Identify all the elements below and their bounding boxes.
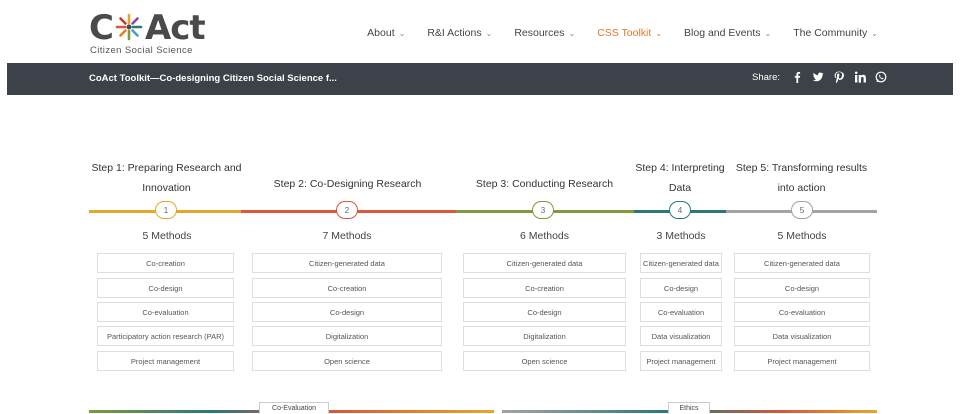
logo-star-icon xyxy=(115,13,143,41)
linkedin-icon[interactable] xyxy=(854,71,866,83)
step-5-method-item[interactable]: Co-design xyxy=(734,278,870,298)
whatsapp-icon[interactable] xyxy=(875,71,887,83)
coact-logo[interactable]: C Act Citizen Social Science xyxy=(89,8,219,58)
pinterest-icon[interactable] xyxy=(833,71,845,83)
step-1-title[interactable]: Step 1: Preparing Research and Innovatio… xyxy=(89,158,244,198)
nav-item-ri-actions[interactable]: R&I Actions ⌄ xyxy=(427,27,492,39)
nav-label: Blog and Events xyxy=(684,27,761,39)
step-2-method-item[interactable]: Co-creation xyxy=(252,278,442,298)
nav-item-resources[interactable]: Resources ⌄ xyxy=(514,27,575,39)
step-1-badge[interactable]: 1 xyxy=(155,201,177,219)
step-5-method-item[interactable]: Citizen-generated data xyxy=(734,253,870,273)
step-3-method-item[interactable]: Co-design xyxy=(463,302,626,322)
step-2-badge[interactable]: 2 xyxy=(336,201,358,219)
main-nav: About ⌄ R&I Actions ⌄ Resources ⌄ CSS Toolk… xyxy=(367,27,878,39)
nav-item-community[interactable]: The Community ⌄ xyxy=(793,27,878,39)
step-4-method-count: 3 Methods xyxy=(656,230,706,242)
step-5-badge[interactable]: 5 xyxy=(791,201,813,219)
step-1-method-item[interactable]: Co-creation xyxy=(97,253,234,273)
chevron-down-icon: ⌄ xyxy=(871,28,878,38)
step-1-method-item[interactable]: Participatory action research (PAR) xyxy=(97,326,234,346)
step-5-title[interactable]: Step 5: Transforming results into action xyxy=(730,158,873,198)
step-4-method-item[interactable]: Citizen-generated data xyxy=(640,253,722,273)
nav-item-blog-events[interactable]: Blog and Events ⌄ xyxy=(684,27,771,39)
facebook-icon[interactable] xyxy=(791,71,803,83)
share-label: Share: xyxy=(752,71,780,83)
step-4-title[interactable]: Step 4: Interpreting Data xyxy=(634,158,726,198)
step-3-title[interactable]: Step 3: Conducting Research xyxy=(462,174,627,194)
page-title: CoAct Toolkit—Co-designing Citizen Socia… xyxy=(89,73,337,84)
step-2-title[interactable]: Step 2: Co-Designing Research xyxy=(255,174,440,194)
logo-subtitle: Citizen Social Science xyxy=(90,45,193,56)
step-3-method-item[interactable]: Digitalization xyxy=(463,326,626,346)
chevron-down-icon: ⌄ xyxy=(764,28,772,38)
nav-label: About xyxy=(367,27,395,39)
step-2-method-item[interactable]: Co-design xyxy=(252,302,442,322)
nav-item-css-toolkit[interactable]: CSS Toolkit ⌄ xyxy=(597,27,662,39)
step-4-method-item[interactable]: Project management xyxy=(640,351,722,371)
nav-label: R&I Actions xyxy=(427,27,482,39)
step-3-method-item[interactable]: Co-creation xyxy=(463,278,626,298)
step-3-method-item[interactable]: Citizen-generated data xyxy=(463,253,626,273)
step-5-method-item[interactable]: Data visualization xyxy=(734,326,870,346)
chevron-down-icon: ⌄ xyxy=(655,28,663,38)
step-5-method-item[interactable]: Co-evaluation xyxy=(734,302,870,322)
step-4-method-item[interactable]: Data visualization xyxy=(640,326,722,346)
chevron-down-icon: ⌄ xyxy=(568,28,576,38)
twitter-icon[interactable] xyxy=(812,71,824,83)
step-2-method-count: 7 Methods xyxy=(322,230,372,242)
logo-letter-c: C xyxy=(89,8,114,48)
page-title-bar: CoAct Toolkit—Co-designing Citizen Socia… xyxy=(7,63,953,95)
nav-label: Resources xyxy=(514,27,565,39)
step-1-method-item[interactable]: Project management xyxy=(97,351,234,371)
bottom-tag-ethics[interactable]: Ethics xyxy=(668,402,710,414)
step-4-badge[interactable]: 4 xyxy=(669,201,691,219)
step-5-method-count: 5 Methods xyxy=(777,230,827,242)
step-1-method-count: 5 Methods xyxy=(142,230,192,242)
logo-wordmark: C Act xyxy=(89,8,206,48)
chevron-down-icon: ⌄ xyxy=(398,28,406,38)
nav-label: The Community xyxy=(793,27,868,39)
step-4-method-item[interactable]: Co-design xyxy=(640,278,722,298)
step-4-method-item[interactable]: Co-evaluation xyxy=(640,302,722,322)
step-1-method-item[interactable]: Co-evaluation xyxy=(97,302,234,322)
step-5-method-item[interactable]: Project management xyxy=(734,351,870,371)
step-3-badge[interactable]: 3 xyxy=(532,201,554,219)
step-2-method-item[interactable]: Digitalization xyxy=(252,326,442,346)
bottom-tag-co-evaluation[interactable]: Co-Evaluation xyxy=(259,402,329,414)
logo-letters-act: Act xyxy=(144,8,206,48)
step-1-method-item[interactable]: Co-design xyxy=(97,278,234,298)
step-2-method-item[interactable]: Citizen-generated data xyxy=(252,253,442,273)
step-3-method-count: 6 Methods xyxy=(519,230,570,242)
step-2-method-item[interactable]: Open science xyxy=(252,351,442,371)
chevron-down-icon: ⌄ xyxy=(485,28,493,38)
nav-label: CSS Toolkit xyxy=(597,27,652,39)
step-3-method-item[interactable]: Open science xyxy=(463,351,626,371)
nav-item-about[interactable]: About ⌄ xyxy=(367,27,405,39)
share-bar: Share: xyxy=(752,71,887,83)
site-header: C Act Citizen Social Science About ⌄ R&I … xyxy=(0,0,960,63)
